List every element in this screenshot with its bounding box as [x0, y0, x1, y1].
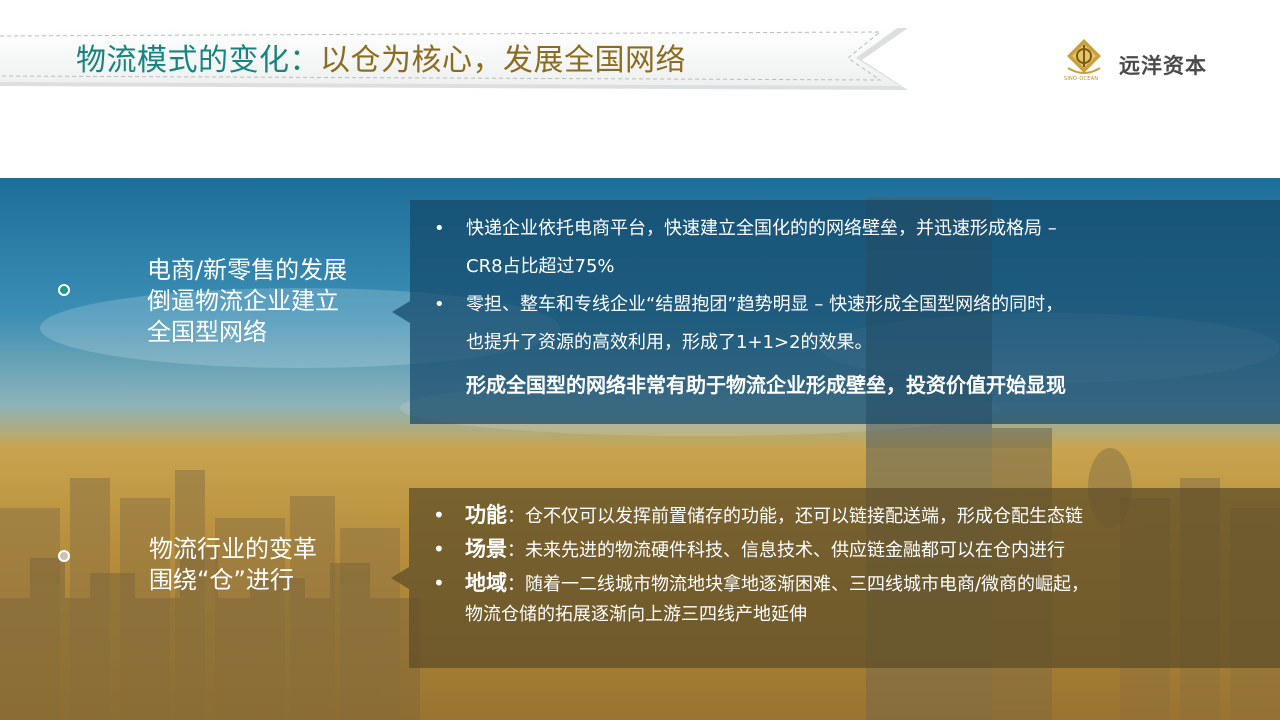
- bullet-keyword: 场景: [465, 537, 507, 561]
- section-1-label-line: 倒逼物流企业建立: [147, 287, 339, 315]
- bullet-icon: •: [433, 537, 445, 561]
- section-2-panel: • 功能：仓不仅可以发挥前置储存的功能，还可以链接配送端，形成仓配生态链 • 场…: [391, 488, 1280, 668]
- bullet-item: • 场景：未来先进的物流硬件科技、信息技术、供应链金融都可以在仓内进行: [433, 534, 1280, 566]
- bullet-icon: •: [434, 218, 445, 239]
- bullet-text: ：仓不仅可以发挥前置储存的功能，还可以链接配送端，形成仓配生态链: [507, 506, 1083, 527]
- bullet-icon: •: [433, 503, 445, 527]
- bullet-text: ：未来先进的物流硬件科技、信息技术、供应链金融都可以在仓内进行: [507, 540, 1065, 561]
- emphasis-statement: 形成全国型的网络非常有助于物流企业形成壁垒，投资价值开始显现: [466, 373, 1066, 397]
- page-title: 物流模式的变化：以仓为核心，发展全国网络: [76, 42, 686, 80]
- section-1-label-line: 全国型网络: [147, 318, 267, 346]
- section-2-label-line: 物流行业的变革: [149, 535, 317, 563]
- section-1-panel: • 快递企业依托电商平台，快速建立全国化的的网络壁垒，并迅速形成格局 – CR8…: [392, 200, 1280, 424]
- bullet-text: CR8占比超过75%: [466, 256, 615, 277]
- bullet-item: • 快递企业依托电商平台，快速建立全国化的的网络壁垒，并迅速形成格局 – CR8…: [434, 210, 1280, 286]
- logo-name: 远洋资本: [1119, 54, 1207, 78]
- company-logo: SINO-OCEAN 远洋资本: [1062, 38, 1222, 86]
- bullet-icon: •: [433, 571, 445, 595]
- bullet-keyword: 地域: [465, 571, 507, 595]
- page-title-part-1: 物流模式的变化：: [76, 43, 320, 78]
- section-1-marker: [58, 284, 70, 296]
- sino-ocean-emblem-icon: [1067, 39, 1101, 74]
- bullet-item: • 地域：随着一二线城市物流地块拿地逐渐困难、三四线城市电商/微商的崛起， 物流…: [433, 568, 1280, 630]
- section-2-label: 物流行业的变革 围绕“仓”进行: [149, 534, 317, 596]
- bullet-item: • 功能：仓不仅可以发挥前置储存的功能，还可以链接配送端，形成仓配生态链: [433, 500, 1280, 532]
- bullet-text: ：随着一二线城市物流地块拿地逐渐困难、三四线城市电商/微商的崛起，: [507, 574, 1090, 595]
- bullet-text: 也提升了资源的高效利用，形成了1+1>2的效果。: [466, 332, 873, 353]
- bullet-icon: •: [434, 294, 445, 315]
- page-title-part-2: 以仓为核心，发展全国网络: [320, 43, 686, 78]
- section-1-label-line: 电商/新零售的发展: [147, 256, 348, 284]
- section-1-label: 电商/新零售的发展 倒逼物流企业建立 全国型网络: [147, 255, 347, 348]
- bullet-item: • 零担、整车和专线企业“结盟抱团”趋势明显 – 快速形成全国型网络的同时， 也…: [434, 286, 1280, 362]
- section-2-marker: [58, 550, 70, 562]
- bullet-text: 物流仓储的拓展逐渐向上游三四线产地延伸: [465, 604, 807, 625]
- bullet-text: 零担、整车和专线企业“结盟抱团”趋势明显 – 快速形成全国型网络的同时，: [466, 294, 1064, 315]
- bullet-text: 快递企业依托电商平台，快速建立全国化的的网络壁垒，并迅速形成格局 –: [466, 218, 1057, 239]
- bullet-keyword: 功能: [465, 503, 507, 527]
- section-2-label-line: 围绕“仓”进行: [149, 566, 294, 594]
- logo-subtext: SINO-OCEAN: [1064, 76, 1099, 82]
